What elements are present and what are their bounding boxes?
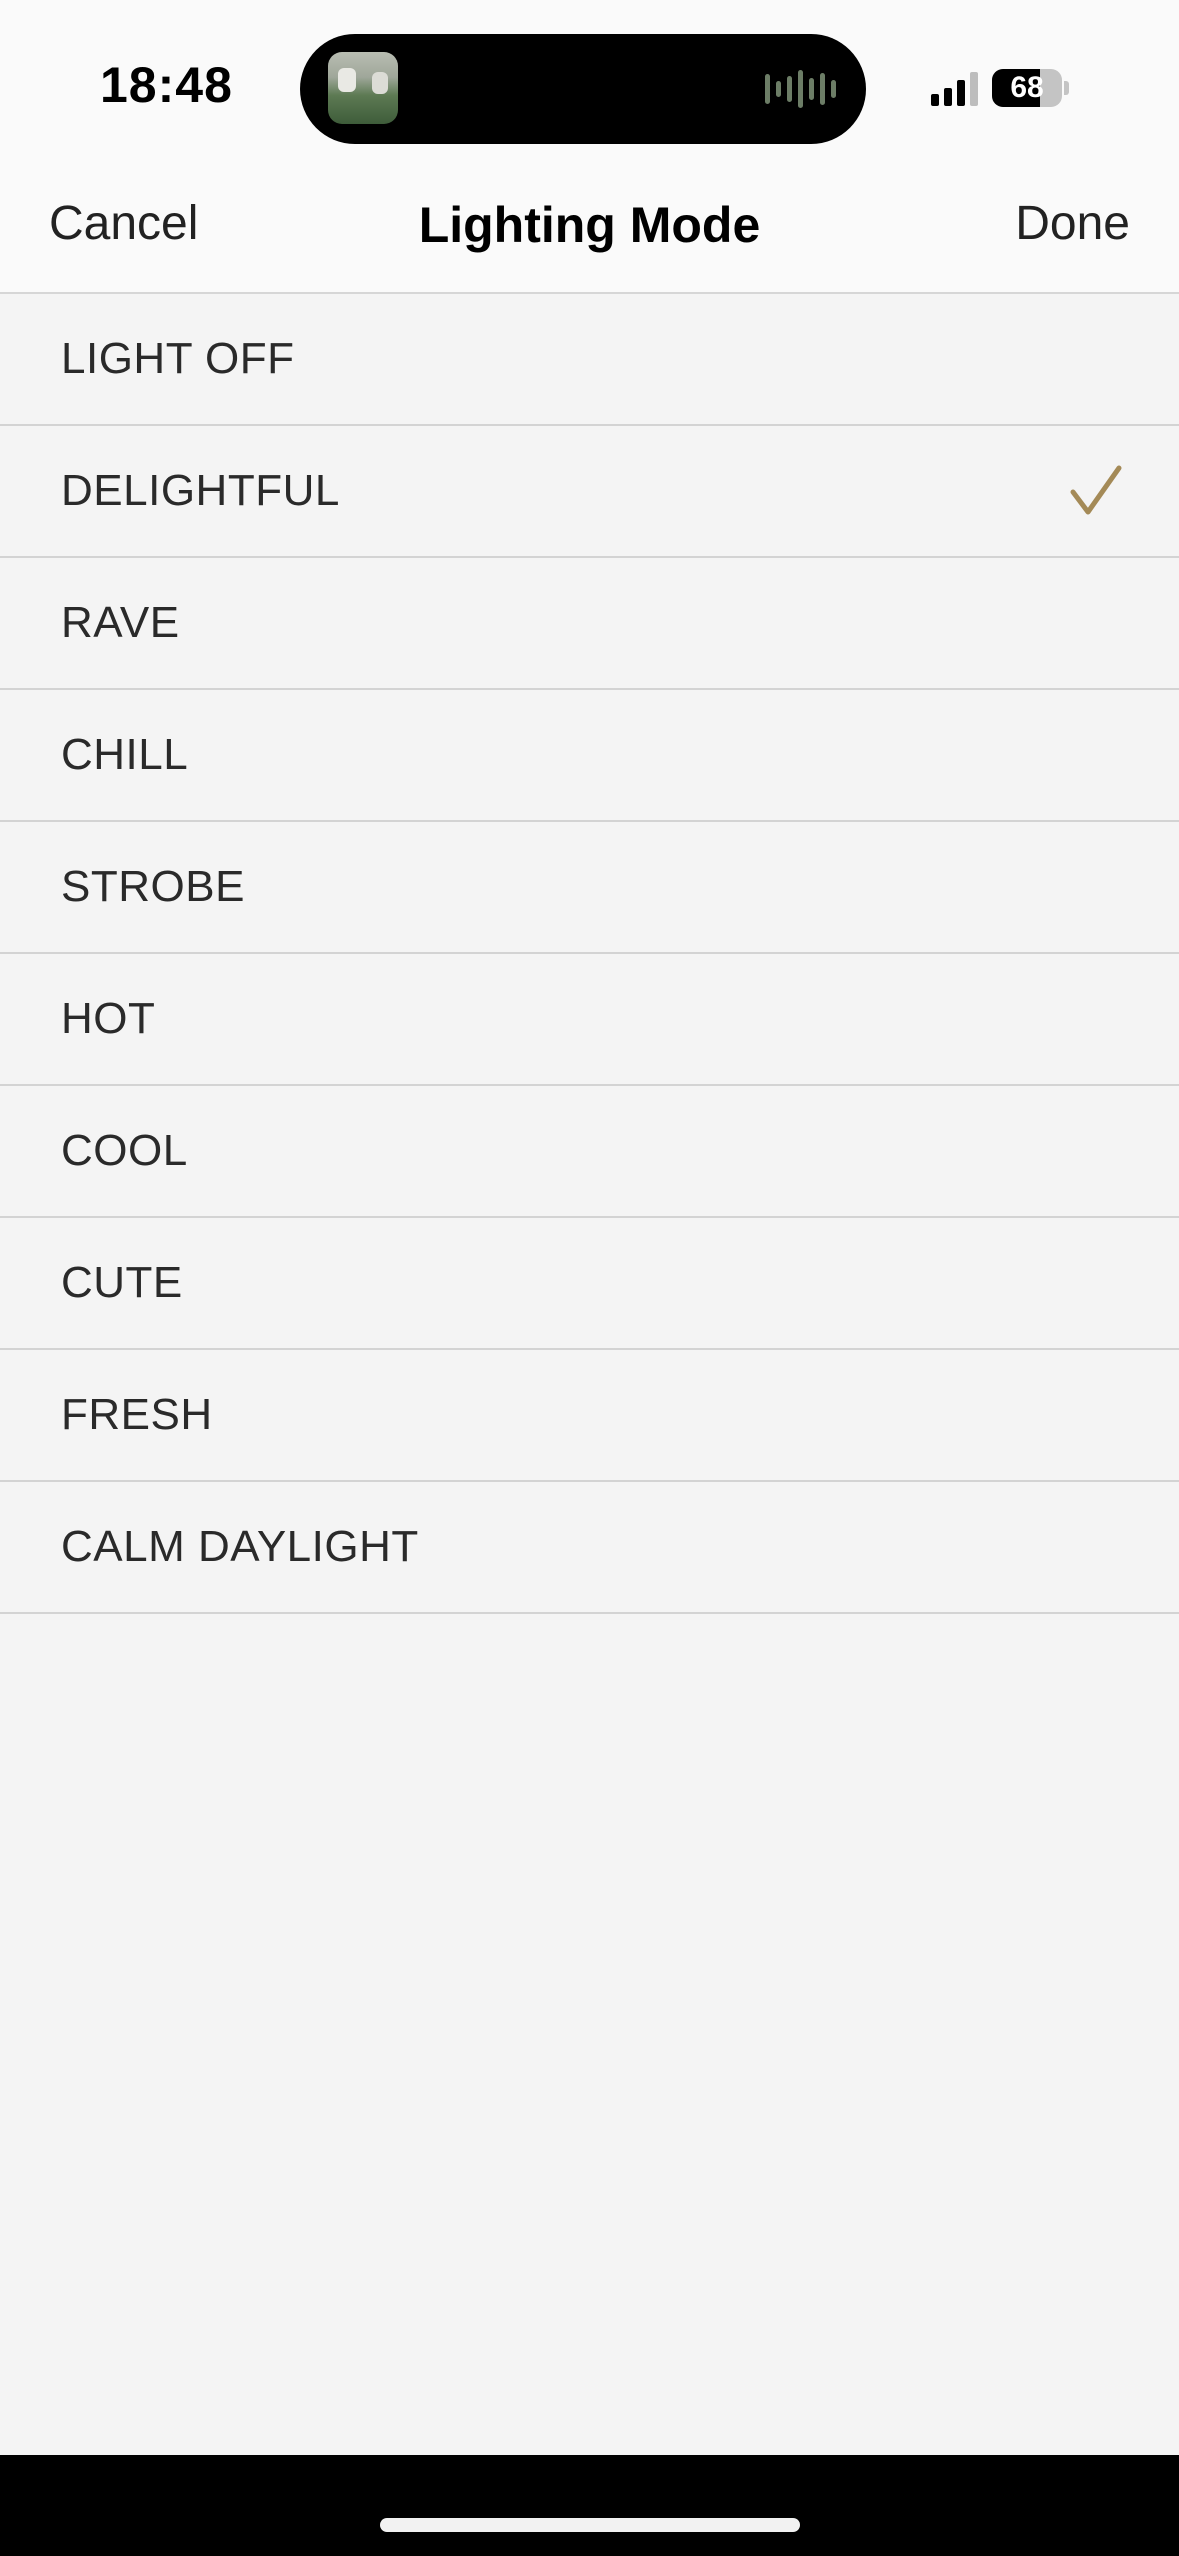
list-item-label: CALM DAYLIGHT <box>61 1522 419 1571</box>
bottom-safe-area <box>0 2455 1179 2556</box>
list-item[interactable]: FRESH <box>0 1350 1179 1482</box>
list-item-label: STROBE <box>61 862 245 911</box>
list-item[interactable]: COOL <box>0 1086 1179 1218</box>
battery-icon: 68 <box>992 69 1062 107</box>
audio-waveform-icon <box>765 68 836 110</box>
list-item-label: CHILL <box>61 730 189 779</box>
lighting-mode-list: LIGHT OFF DELIGHTFUL RAVE CHILL STROBE HOT COO… <box>0 294 1179 1614</box>
cellular-signal-icon <box>931 70 978 106</box>
battery-tip <box>1064 81 1069 95</box>
now-playing-thumbnail[interactable] <box>328 52 398 124</box>
list-item[interactable]: HOT <box>0 954 1179 1086</box>
list-item-label: RAVE <box>61 598 180 647</box>
list-item-label: CUTE <box>61 1258 183 1307</box>
status-time: 18:48 <box>100 57 233 113</box>
list-item-label: FRESH <box>61 1390 213 1439</box>
status-bar: 18:48 68 <box>0 0 1179 160</box>
list-item[interactable]: CALM DAYLIGHT <box>0 1482 1179 1614</box>
list-item[interactable]: RAVE <box>0 558 1179 690</box>
page-title: Lighting Mode <box>418 197 761 253</box>
list-item-label: LIGHT OFF <box>61 334 295 383</box>
dynamic-island[interactable] <box>300 34 866 144</box>
list-item[interactable]: DELIGHTFUL <box>0 426 1179 558</box>
home-indicator[interactable] <box>380 2518 800 2532</box>
list-item-label: HOT <box>61 994 156 1043</box>
list-item[interactable]: CUTE <box>0 1218 1179 1350</box>
list-item[interactable]: LIGHT OFF <box>0 294 1179 426</box>
list-item[interactable]: CHILL <box>0 690 1179 822</box>
checkmark-icon <box>1070 465 1122 515</box>
done-button[interactable]: Done <box>1015 196 1130 251</box>
list-item-label: DELIGHTFUL <box>61 466 340 515</box>
navigation-bar: Cancel Lighting Mode Done <box>0 160 1179 294</box>
list-item-label: COOL <box>61 1126 188 1175</box>
battery-percentage: 68 <box>1010 71 1044 104</box>
status-indicators: 68 <box>931 68 1069 108</box>
list-item[interactable]: STROBE <box>0 822 1179 954</box>
